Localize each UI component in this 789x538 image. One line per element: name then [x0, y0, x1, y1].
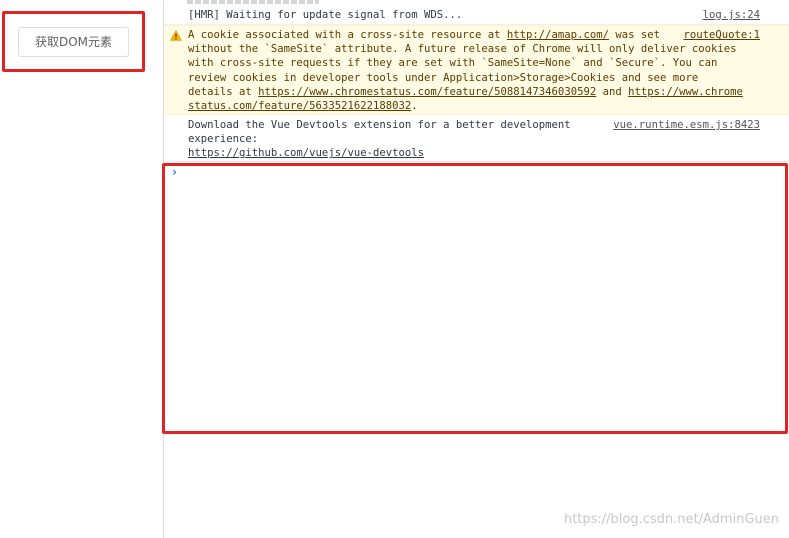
console-message-hmr: [HMR] Waiting for update signal from WDS…: [164, 6, 789, 25]
watermark: https://blog.csdn.net/AdminGuen: [563, 512, 779, 527]
devtools-text-part: Download the Vue Devtools extension for …: [188, 119, 571, 146]
console-message-text: Download the Vue Devtools extension for …: [188, 118, 598, 161]
clipped-previous-message: [187, 0, 319, 4]
console-source-link[interactable]: vue.runtime.esm.js:8423: [613, 118, 760, 132]
warning-icon: [170, 30, 182, 41]
devtools-console: [HMR] Waiting for update signal from WDS…: [162, 0, 789, 538]
warning-link-amap[interactable]: http://amap.com/: [507, 29, 609, 41]
vue-devtools-link[interactable]: https://github.com/vuejs/vue-devtools: [188, 147, 424, 159]
warning-text-part: .: [411, 100, 418, 113]
console-source-link[interactable]: log.js:24: [703, 8, 760, 22]
console-input-area[interactable]: ›: [162, 163, 789, 434]
warning-text-part: and: [596, 85, 629, 98]
warning-text-part: A cookie associated with a cross-site re…: [188, 29, 507, 41]
console-message-cookie-warning: A cookie associated with a cross-site re…: [164, 25, 789, 115]
console-message-text: [HMR] Waiting for update signal from WDS…: [188, 9, 463, 21]
button-highlight-box: [2, 11, 145, 72]
warning-link-chromestatus-1[interactable]: https://www.chromestatus.com/feature/508…: [258, 86, 596, 98]
screenshot-root: 获取DOM元素 [HMR] Waiting for update signal …: [0, 0, 789, 538]
console-warning-text: A cookie associated with a cross-site re…: [188, 28, 748, 113]
console-message-vue-devtools: Download the Vue Devtools extension for …: [164, 116, 789, 162]
console-source-link[interactable]: routeQuote:1: [683, 28, 760, 42]
app-panel: 获取DOM元素: [0, 0, 164, 538]
console-highlight-box: [162, 163, 788, 434]
